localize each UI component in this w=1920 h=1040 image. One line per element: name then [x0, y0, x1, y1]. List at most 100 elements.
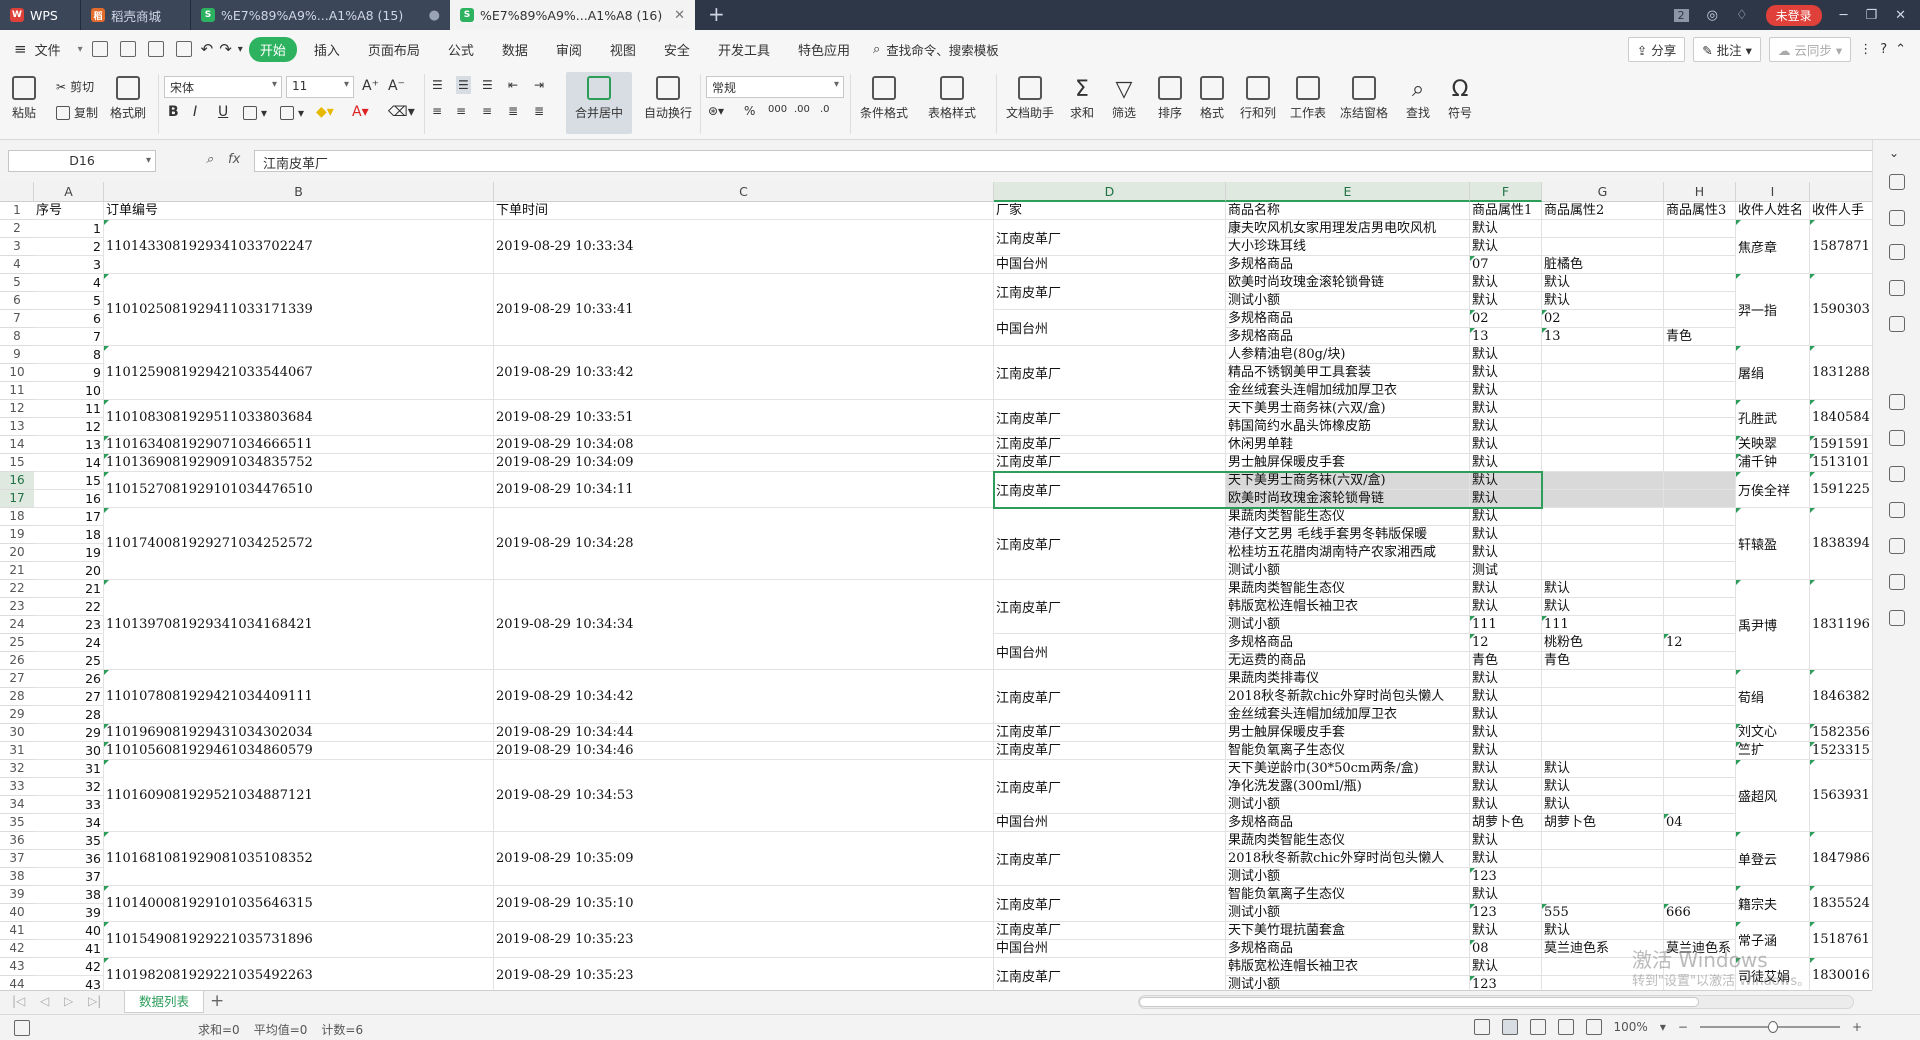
- row-header[interactable]: 27: [0, 670, 34, 688]
- cell[interactable]: 厂家: [994, 202, 1226, 220]
- cell[interactable]: [1542, 526, 1664, 544]
- cell[interactable]: [1664, 922, 1736, 940]
- cell[interactable]: 默认: [1542, 796, 1664, 814]
- cell[interactable]: [1542, 868, 1664, 886]
- cell[interactable]: [1664, 364, 1736, 382]
- cell[interactable]: 默认: [1542, 778, 1664, 796]
- cell[interactable]: 青色: [1470, 652, 1542, 670]
- row-header[interactable]: 30: [0, 724, 34, 742]
- reading-view-icon[interactable]: [1557, 1019, 1574, 1035]
- cell[interactable]: 1590303: [1810, 274, 1872, 346]
- cell[interactable]: [1542, 832, 1664, 850]
- share-link-icon[interactable]: [1889, 430, 1905, 446]
- cut-button[interactable]: ✂ 剪切: [56, 78, 94, 95]
- cell[interactable]: 1101369081929091034835752: [104, 454, 494, 472]
- cell[interactable]: 江南皮革厂: [994, 922, 1226, 940]
- cell[interactable]: 26: [34, 670, 104, 688]
- chevron-down-icon[interactable]: ▾: [78, 44, 83, 55]
- cell[interactable]: 555: [1542, 904, 1664, 922]
- cell[interactable]: 收件人手: [1810, 202, 1872, 220]
- cell[interactable]: 默认: [1470, 454, 1542, 472]
- settings-icon[interactable]: [1889, 538, 1905, 554]
- cell[interactable]: 商品属性3: [1664, 202, 1736, 220]
- cell[interactable]: 17: [34, 508, 104, 526]
- cell[interactable]: 2019-08-29 10:34:09: [494, 454, 994, 472]
- cell[interactable]: [1664, 778, 1736, 796]
- cell[interactable]: 2019-08-29 10:34:42: [494, 670, 994, 724]
- cell[interactable]: 9: [34, 364, 104, 382]
- cell[interactable]: 江南皮革厂: [994, 400, 1226, 436]
- cell[interactable]: 41: [34, 940, 104, 958]
- cell[interactable]: 默认: [1542, 274, 1664, 292]
- row-column-button[interactable]: 行和列: [1240, 76, 1276, 121]
- cell[interactable]: [1542, 670, 1664, 688]
- library-icon[interactable]: [1889, 394, 1905, 410]
- cell[interactable]: 11: [34, 400, 104, 418]
- cell[interactable]: [1542, 400, 1664, 418]
- column-header[interactable]: H: [1664, 182, 1736, 202]
- cell[interactable]: 江南皮革厂: [994, 760, 1226, 814]
- scrollbar-thumb[interactable]: [1139, 997, 1699, 1007]
- cell[interactable]: [1542, 454, 1664, 472]
- comment-button[interactable]: ✎ 批注 ▾: [1693, 37, 1761, 62]
- zoom-slider-knob[interactable]: [1767, 1021, 1778, 1033]
- cell[interactable]: 08: [1470, 940, 1542, 958]
- cell[interactable]: 1101681081929081035108352: [104, 832, 494, 886]
- cell[interactable]: 江南皮革厂: [994, 472, 1226, 508]
- cell[interactable]: 默认: [1470, 346, 1542, 364]
- name-box[interactable]: D16: [8, 150, 156, 172]
- skin-icon[interactable]: ◎: [1707, 8, 1718, 23]
- cell[interactable]: 1840584: [1810, 400, 1872, 436]
- share-button[interactable]: ⇪ 分享: [1627, 37, 1686, 62]
- cell[interactable]: 默认: [1542, 760, 1664, 778]
- cell[interactable]: 刘文心: [1736, 724, 1810, 742]
- percent-icon[interactable]: %: [744, 104, 755, 118]
- cell[interactable]: 默认: [1542, 580, 1664, 598]
- cell[interactable]: 2019-08-29 10:33:41: [494, 274, 994, 346]
- row-header[interactable]: 25: [0, 634, 34, 652]
- undo-icon[interactable]: ↶: [201, 40, 214, 58]
- cell[interactable]: 默认: [1470, 886, 1542, 904]
- cell[interactable]: 111: [1542, 616, 1664, 634]
- cell[interactable]: 竺扩: [1736, 742, 1810, 760]
- menu-file[interactable]: 文件: [33, 37, 72, 62]
- cell[interactable]: [1664, 706, 1736, 724]
- cell[interactable]: 1831196: [1810, 580, 1872, 670]
- cell[interactable]: 天下美逆龄巾(30*50cm两条/盒): [1226, 760, 1470, 778]
- cell[interactable]: 1: [34, 220, 104, 238]
- cell[interactable]: 2019-08-29 10:34:28: [494, 508, 994, 580]
- cell[interactable]: 金丝绒套头连帽加绒加厚卫衣: [1226, 706, 1470, 724]
- cell[interactable]: [1664, 724, 1736, 742]
- cell[interactable]: 青色: [1664, 328, 1736, 346]
- cell[interactable]: [1664, 616, 1736, 634]
- cell[interactable]: 7: [34, 328, 104, 346]
- menu-insert[interactable]: 插入: [303, 37, 351, 62]
- cell[interactable]: 110125908192942103354​4067: [104, 346, 494, 400]
- cell[interactable]: 33: [34, 796, 104, 814]
- cell[interactable]: [1664, 832, 1736, 850]
- cell[interactable]: 2019-08-29 10:35:23: [494, 922, 994, 958]
- cell[interactable]: 默认: [1470, 796, 1542, 814]
- indent-increase-icon[interactable]: ⇥: [534, 78, 544, 92]
- cell[interactable]: 42: [34, 958, 104, 976]
- cell[interactable]: 荀绢: [1736, 670, 1810, 724]
- cell[interactable]: 默认: [1470, 292, 1542, 310]
- close-tab-icon[interactable]: ●: [429, 8, 440, 23]
- picture-icon[interactable]: [1889, 502, 1905, 518]
- cell[interactable]: 默认: [1470, 220, 1542, 238]
- menu-home[interactable]: 开始: [248, 36, 297, 62]
- login-button[interactable]: 未登录: [1765, 4, 1822, 26]
- cell[interactable]: 青色: [1542, 652, 1664, 670]
- cell[interactable]: 2018秋冬新款chic外穿时尚包头懒人: [1226, 688, 1470, 706]
- cell[interactable]: 2019-08-29 10:34:46: [494, 742, 994, 760]
- cell[interactable]: 1101740081929271034252572: [104, 508, 494, 580]
- row-header[interactable]: 42: [0, 940, 34, 958]
- row-header[interactable]: 37: [0, 850, 34, 868]
- format-painter-button[interactable]: 格式刷: [110, 76, 146, 121]
- page-break-view-icon[interactable]: [1529, 1019, 1546, 1035]
- cell[interactable]: 智能负氧离子生态仪: [1226, 886, 1470, 904]
- help-icon[interactable]: ?: [1880, 42, 1887, 57]
- cell[interactable]: 2019-08-29 10:34:11: [494, 472, 994, 508]
- cell[interactable]: 中国台州: [994, 814, 1226, 832]
- cell[interactable]: 无运费的商品: [1226, 652, 1470, 670]
